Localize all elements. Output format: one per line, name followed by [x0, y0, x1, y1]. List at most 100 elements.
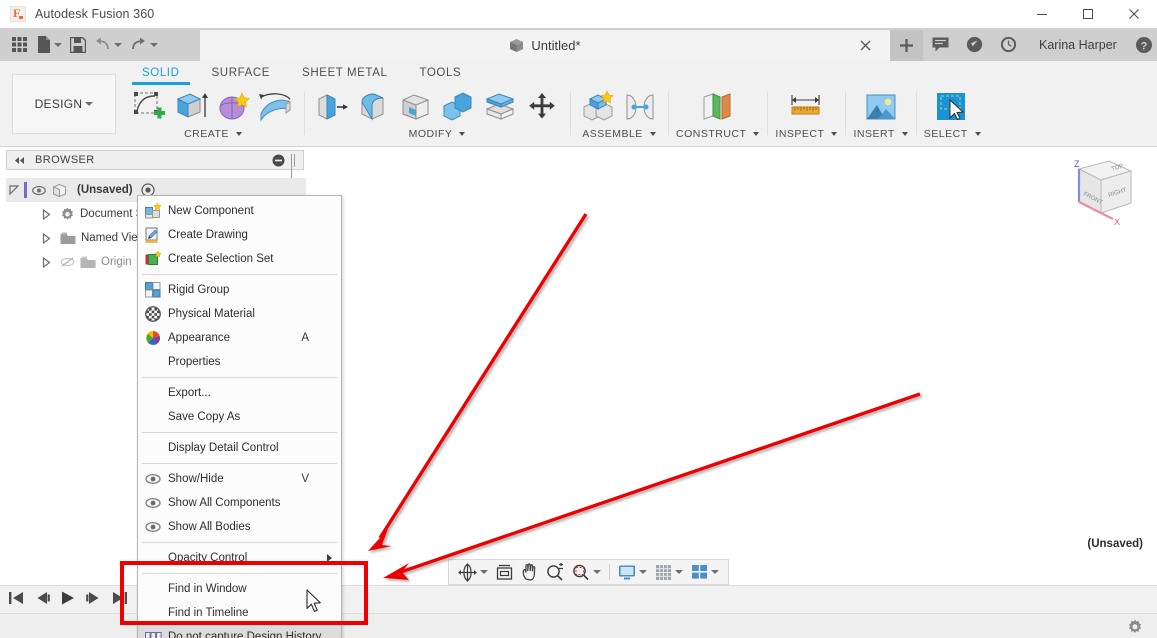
panel-title-assemble[interactable]: ASSEMBLE: [582, 128, 656, 140]
canvas-unsaved-label: (Unsaved): [1087, 538, 1143, 550]
look-at-button[interactable]: [492, 560, 517, 584]
job-status-button[interactable]: [957, 28, 991, 61]
create-sketch-tool[interactable]: [130, 87, 170, 127]
recent-activity-button[interactable]: [991, 28, 1025, 61]
chevron-down-icon: [235, 132, 242, 136]
workspace-selector[interactable]: DESIGN: [12, 74, 116, 134]
chevron-down-icon: [593, 570, 601, 574]
select-tool[interactable]: [932, 87, 972, 127]
appearance-icon: [145, 329, 165, 347]
step-forward-button[interactable]: [85, 590, 102, 611]
fillet-tool[interactable]: [354, 87, 394, 127]
comments-button[interactable]: [923, 28, 957, 61]
expand-triangle-icon[interactable]: [38, 208, 54, 220]
nav-separator: [609, 564, 610, 580]
menu-item-do-not-capture-design-history[interactable]: Do not capture Design History: [138, 625, 341, 638]
measure-tool[interactable]: [786, 87, 826, 127]
panel-title-insert[interactable]: INSERT: [853, 128, 908, 140]
panel-title-modify[interactable]: MODIFY: [409, 128, 466, 140]
menu-item-label: Appearance: [168, 332, 231, 344]
menu-item-rigid-group[interactable]: Rigid Group: [138, 278, 341, 302]
undo-button[interactable]: [90, 32, 126, 58]
menu-item-show-all-bodies[interactable]: Show All Bodies: [138, 515, 341, 539]
expand-triangle-icon[interactable]: [6, 185, 22, 195]
folder-icon: [80, 256, 96, 269]
menu-item-appearance[interactable]: Appearance A: [138, 326, 341, 350]
new-component-tool[interactable]: [578, 87, 618, 127]
pan-button[interactable]: [517, 560, 542, 584]
panel-label: INSERT: [853, 128, 895, 140]
new-tab-button[interactable]: [890, 30, 923, 61]
grid-snaps-button[interactable]: [651, 560, 687, 584]
tab-sheet-metal[interactable]: SHEET METAL: [286, 65, 403, 83]
panel-title-inspect[interactable]: INSPECT: [775, 128, 838, 140]
revolve-tool[interactable]: [214, 87, 254, 127]
new-file-button[interactable]: [33, 32, 66, 58]
panel-construct: CONSTRUCT: [668, 87, 767, 145]
play-button[interactable]: [60, 590, 76, 611]
menu-item-label: Properties: [168, 356, 221, 368]
menu-item-create-drawing[interactable]: Create Drawing: [138, 223, 341, 247]
fit-button[interactable]: [568, 560, 605, 584]
panel-label: SELECT: [923, 128, 968, 140]
menu-item-label: Create Drawing: [168, 229, 248, 241]
close-button[interactable]: [1111, 0, 1157, 28]
display-settings-button[interactable]: [614, 560, 651, 584]
minus-circle-icon[interactable]: [272, 154, 285, 172]
help-button[interactable]: ?: [1127, 28, 1157, 61]
move-copy-tool[interactable]: [522, 87, 562, 127]
panel-title-create[interactable]: CREATE: [184, 128, 242, 140]
browser-resize-grip[interactable]: [291, 154, 298, 180]
menu-item-save-copy-as[interactable]: Save Copy As: [138, 405, 341, 429]
press-pull-tool[interactable]: [312, 87, 352, 127]
menu-item-properties[interactable]: Properties: [138, 350, 341, 374]
chevron-down-icon: [480, 570, 488, 574]
panel-title-select[interactable]: SELECT: [924, 128, 981, 140]
insert-image-tool[interactable]: [861, 87, 901, 127]
menu-item-create-selection-set[interactable]: Create Selection Set: [138, 247, 341, 271]
offset-plane-tool[interactable]: [698, 87, 738, 127]
menu-item-label: Export...: [168, 387, 211, 399]
document-tab[interactable]: Untitled*: [200, 30, 890, 61]
chevron-down-icon: [649, 132, 656, 136]
menu-item-show-all-components[interactable]: Show All Components: [138, 491, 341, 515]
hidden-eye-icon[interactable]: [60, 256, 75, 268]
shell-tool[interactable]: [396, 87, 436, 127]
minimize-button[interactable]: [1019, 0, 1065, 28]
axis-label-x: X: [1114, 217, 1120, 227]
menu-item-show-hide[interactable]: Show/Hide V: [138, 467, 341, 491]
step-back-button[interactable]: [34, 590, 51, 611]
menu-item-physical-material[interactable]: Physical Material: [138, 302, 341, 326]
menu-item-display-detail-control[interactable]: Display Detail Control: [138, 436, 341, 460]
expand-triangle-icon[interactable]: [38, 256, 54, 268]
settings-gear-icon[interactable]: [1127, 619, 1143, 638]
panel-title-construct[interactable]: CONSTRUCT: [676, 128, 760, 140]
split-body-tool[interactable]: [480, 87, 520, 127]
close-tab-button[interactable]: [860, 38, 876, 54]
no-icon-placeholder: [145, 384, 165, 402]
expand-triangle-icon[interactable]: [38, 232, 54, 244]
sweep-tool[interactable]: [256, 87, 296, 127]
combine-tool[interactable]: [438, 87, 478, 127]
joint-tool[interactable]: [620, 87, 660, 127]
viewports-button[interactable]: [687, 560, 723, 584]
double-chevron-left-icon[interactable]: [13, 156, 26, 165]
view-cube[interactable]: TOP FRONT RIGHT Z X: [1057, 153, 1139, 233]
save-button[interactable]: [66, 32, 90, 58]
orbit-button[interactable]: [454, 560, 492, 584]
redo-button[interactable]: [126, 32, 162, 58]
go-to-beginning-button[interactable]: [8, 590, 25, 611]
extrude-tool[interactable]: [172, 87, 212, 127]
tab-tools[interactable]: TOOLS: [403, 65, 477, 83]
tab-solid[interactable]: SOLID: [126, 65, 196, 85]
tab-surface[interactable]: SURFACE: [196, 65, 287, 83]
app-grid-button[interactable]: [8, 32, 33, 58]
user-name-label[interactable]: Karina Harper: [1025, 38, 1127, 52]
visibility-eye-icon[interactable]: [32, 185, 46, 196]
maximize-button[interactable]: [1065, 0, 1111, 28]
cube-icon: [510, 39, 524, 52]
panel-create: CREATE: [122, 87, 304, 145]
zoom-button[interactable]: [542, 560, 568, 584]
menu-item-new-component[interactable]: New Component: [138, 199, 341, 223]
menu-item-export[interactable]: Export...: [138, 381, 341, 405]
